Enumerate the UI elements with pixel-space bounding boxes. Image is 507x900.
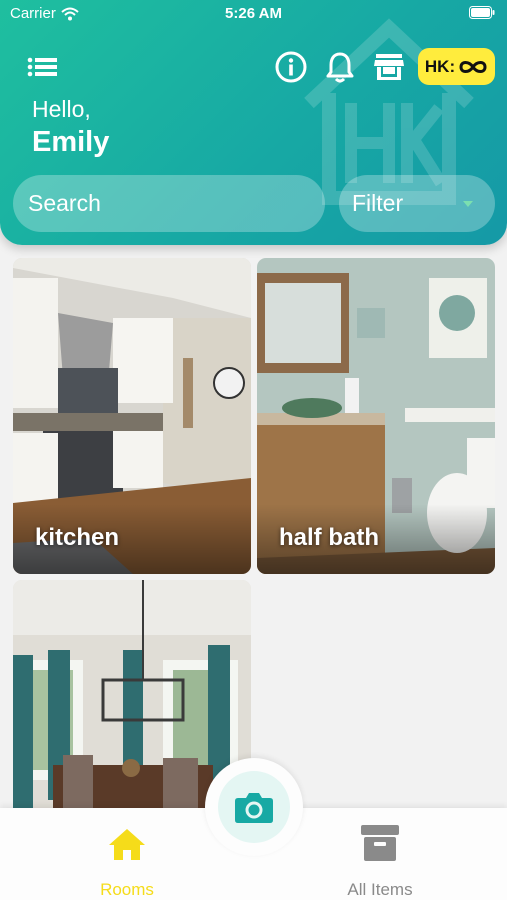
filter-dropdown[interactable]: Filter (339, 175, 495, 232)
chevron-down-icon (463, 201, 473, 207)
tab-rooms[interactable]: Rooms (47, 808, 207, 900)
archive-icon (361, 825, 399, 861)
camera-button-inner (218, 771, 290, 843)
tab-rooms-label: Rooms (100, 880, 154, 899)
info-button[interactable] (274, 50, 308, 84)
hk-subscription-badge[interactable]: HK: (418, 48, 495, 85)
status-bar: Carrier 5:26 AM (0, 0, 507, 30)
camera-button[interactable] (205, 758, 303, 856)
store-button[interactable] (372, 50, 406, 84)
info-icon (275, 51, 307, 83)
filter-label: Filter (352, 190, 404, 216)
camera-icon (235, 793, 273, 823)
menu-icon (27, 57, 57, 77)
tab-all-items-label: All Items (347, 880, 413, 899)
room-card-kitchen[interactable]: kitchen (13, 258, 251, 574)
notifications-button[interactable] (324, 50, 356, 84)
battery-icon (469, 6, 495, 19)
home-icon (109, 829, 145, 860)
store-icon (374, 54, 404, 80)
status-time: 5:26 AM (225, 5, 282, 22)
menu-button[interactable] (25, 52, 59, 82)
infinity-icon (459, 60, 487, 73)
room-card-half-bath[interactable]: half bath (257, 258, 495, 574)
bell-icon (326, 52, 354, 83)
tab-all-items[interactable]: All Items (300, 808, 460, 900)
greeting-text: Hello, (32, 96, 91, 122)
search-input[interactable]: Search (13, 175, 325, 232)
room-label: kitchen (35, 524, 120, 551)
room-label: half bath (279, 524, 379, 551)
header: Carrier 5:26 AM HK: Hello, Emily Search … (0, 0, 507, 245)
user-name: Emily (32, 126, 110, 158)
hk-badge-label: HK: (424, 56, 456, 76)
